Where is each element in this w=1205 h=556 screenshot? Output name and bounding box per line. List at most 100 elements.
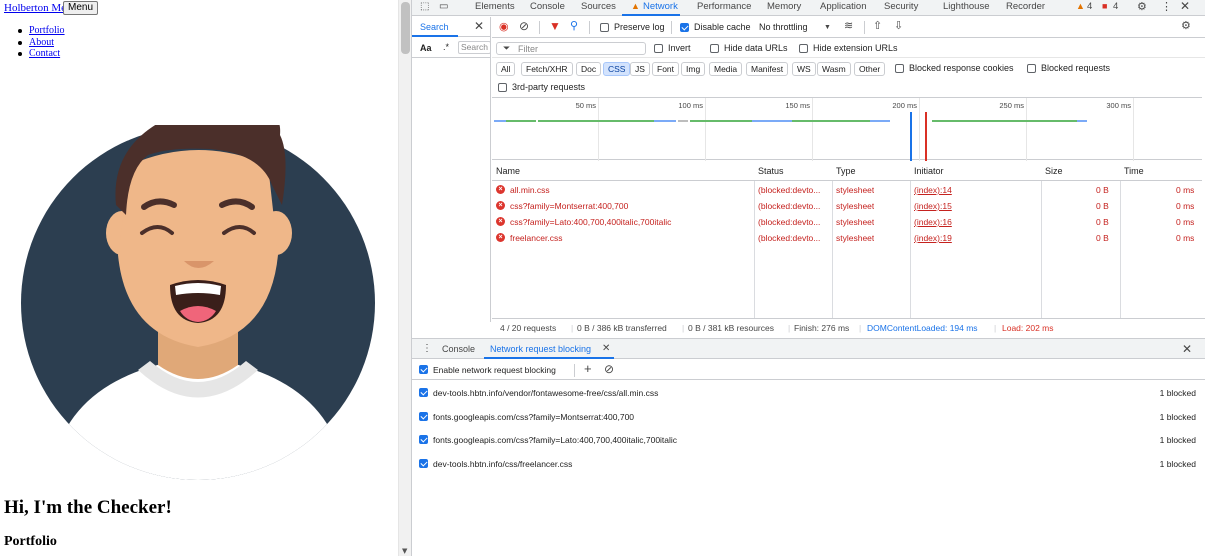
enable-blocking-checkbox[interactable]	[419, 365, 428, 374]
close-search-icon[interactable]: ✕	[474, 19, 484, 33]
filter-chip-wasm[interactable]: Wasm	[817, 62, 851, 76]
column-header-name[interactable]: Name	[496, 166, 520, 176]
blocked-response-cookies-checkbox[interactable]	[895, 64, 904, 73]
blocked-requests-checkbox[interactable]	[1027, 64, 1036, 73]
disable-cache-checkbox[interactable]	[680, 23, 689, 32]
pattern-checkbox[interactable]	[419, 388, 428, 397]
add-pattern-icon[interactable]: +	[584, 362, 592, 375]
filter-chip-js[interactable]: JS	[630, 62, 650, 76]
request-name[interactable]: css?family=Montserrat:400,700	[510, 201, 750, 211]
timeline-overview[interactable]: 50 ms 100 ms 150 ms 200 ms 250 ms 300 ms	[492, 97, 1202, 161]
nav-link-about[interactable]: About	[29, 37, 54, 48]
pattern-checkbox[interactable]	[419, 459, 428, 468]
request-initiator[interactable]: (index):14	[914, 185, 952, 195]
warning-icon[interactable]: ▲	[1076, 1, 1085, 11]
table-row[interactable]: × all.min.css (blocked:devto... styleshe…	[492, 182, 1202, 198]
errors-count[interactable]: 4	[1113, 1, 1118, 12]
column-header-type[interactable]: Type	[836, 166, 856, 176]
network-settings-gear-icon[interactable]: ⚙	[1181, 20, 1191, 32]
tab-console[interactable]: Console	[530, 1, 565, 12]
filter-chip-img[interactable]: Img	[681, 62, 706, 76]
request-name[interactable]: all.min.css	[510, 185, 750, 195]
invert-checkbox[interactable]	[654, 44, 663, 53]
error-icon[interactable]: ■	[1102, 1, 1107, 11]
column-header-time[interactable]: Time	[1124, 166, 1144, 176]
search-tab[interactable]: Search ✕	[412, 17, 491, 37]
remove-all-patterns-icon[interactable]: ⊘	[604, 363, 614, 375]
regex-toggle[interactable]: .*	[443, 42, 449, 52]
blocking-pattern-row[interactable]: dev-tools.hbtn.info/css/freelancer.css 1…	[412, 452, 1205, 475]
menu-button[interactable]: Menu	[63, 1, 99, 15]
drawer-menu-icon[interactable]: ⋮	[422, 343, 432, 354]
column-header-size[interactable]: Size	[1045, 166, 1063, 176]
request-initiator[interactable]: (index):19	[914, 233, 952, 243]
close-devtools-icon[interactable]: ✕	[1180, 0, 1190, 12]
close-tab-icon[interactable]: ✕	[602, 343, 610, 354]
hide-data-urls-checkbox[interactable]	[710, 44, 719, 53]
hide-extension-urls-checkbox[interactable]	[799, 44, 808, 53]
pattern-checkbox[interactable]	[419, 412, 428, 421]
close-drawer-icon[interactable]: ✕	[1182, 342, 1192, 356]
tab-memory[interactable]: Memory	[767, 1, 801, 12]
blocking-pattern-row[interactable]: fonts.googleapis.com/css?family=Lato:400…	[412, 428, 1205, 451]
tab-performance[interactable]: Performance	[697, 1, 751, 12]
pattern-checkbox[interactable]	[419, 435, 428, 444]
record-stop-icon[interactable]: ◉	[499, 21, 509, 33]
chevron-down-icon[interactable]: ▼	[824, 22, 831, 34]
filter-chip-media[interactable]: Media	[709, 62, 743, 76]
blocking-pattern-row[interactable]: fonts.googleapis.com/css?family=Montserr…	[412, 405, 1205, 428]
warnings-count[interactable]: 4	[1087, 1, 1092, 12]
match-case-toggle[interactable]: Aa	[420, 43, 432, 53]
preserve-log-checkbox[interactable]	[600, 23, 609, 32]
drawer-tab-request-blocking[interactable]: Network request blocking	[490, 344, 591, 354]
pattern-url[interactable]: fonts.googleapis.com/css?family=Montserr…	[433, 412, 634, 422]
column-header-initiator[interactable]: Initiator	[914, 166, 944, 176]
request-initiator[interactable]: (index):16	[914, 217, 952, 227]
tab-security[interactable]: Security	[884, 1, 918, 12]
network-conditions-wifi-icon[interactable]: ≋	[844, 20, 853, 32]
search-icon[interactable]: ⚲	[570, 20, 578, 32]
page-scrollbar[interactable]: ▼	[398, 0, 411, 556]
request-initiator[interactable]: (index):15	[914, 201, 952, 211]
third-party-checkbox[interactable]	[498, 83, 507, 92]
throttling-select[interactable]: No throttling	[759, 22, 808, 32]
tab-elements[interactable]: Elements	[475, 1, 515, 12]
brand-link[interactable]: Holberton Me	[4, 2, 66, 14]
request-name[interactable]: freelancer.css	[510, 233, 750, 243]
tab-sources[interactable]: Sources	[581, 1, 616, 12]
table-row[interactable]: × css?family=Lato:400,700,400italic,700i…	[492, 214, 1202, 230]
device-toolbar-icon[interactable]: ▭	[439, 1, 448, 13]
blocking-pattern-row[interactable]: dev-tools.hbtn.info/vendor/fontawesome-f…	[412, 381, 1205, 404]
clear-icon[interactable]: ⊘	[519, 20, 529, 32]
nav-link-portfolio[interactable]: Portfolio	[29, 25, 65, 36]
filter-chip-manifest[interactable]: Manifest	[746, 62, 789, 76]
tab-application[interactable]: Application	[820, 1, 866, 12]
tab-network[interactable]: Network	[643, 1, 678, 12]
tab-recorder[interactable]: Recorder	[1006, 1, 1045, 12]
filter-chip-all[interactable]: All	[496, 62, 516, 76]
search-tab-label[interactable]: Search	[420, 22, 449, 32]
import-har-icon[interactable]: ⇧	[873, 20, 882, 32]
filter-chip-fetch-xhr[interactable]: Fetch/XHR	[521, 62, 573, 76]
pattern-url[interactable]: dev-tools.hbtn.info/css/freelancer.css	[433, 459, 572, 469]
filter-chip-other[interactable]: Other	[854, 62, 886, 76]
table-row[interactable]: × css?family=Montserrat:400,700 (blocked…	[492, 198, 1202, 214]
filter-chip-font[interactable]: Font	[652, 62, 680, 76]
scroll-thumb[interactable]	[401, 2, 410, 54]
nav-link-contact[interactable]: Contact	[29, 48, 60, 59]
drawer-tab-console[interactable]: Console	[442, 344, 475, 354]
pattern-url[interactable]: dev-tools.hbtn.info/vendor/fontawesome-f…	[433, 388, 658, 398]
tab-lighthouse[interactable]: Lighthouse	[943, 1, 989, 12]
scroll-down-arrow-icon[interactable]: ▼	[402, 547, 407, 555]
more-options-icon[interactable]: ⋮	[1161, 1, 1172, 13]
filter-funnel-icon[interactable]: ▼	[549, 20, 561, 32]
request-name[interactable]: css?family=Lato:400,700,400italic,700ita…	[510, 217, 750, 227]
filter-chip-ws[interactable]: WS	[792, 62, 816, 76]
column-header-status[interactable]: Status	[758, 166, 784, 176]
filter-input[interactable]: ⏷ Filter	[496, 42, 646, 55]
filter-chip-css[interactable]: CSS	[603, 62, 631, 76]
export-har-icon[interactable]: ⇩	[894, 20, 903, 32]
pattern-url[interactable]: fonts.googleapis.com/css?family=Lato:400…	[433, 435, 677, 445]
inspect-element-icon[interactable]: ⬚	[420, 1, 429, 13]
settings-gear-icon[interactable]: ⚙	[1137, 1, 1147, 13]
